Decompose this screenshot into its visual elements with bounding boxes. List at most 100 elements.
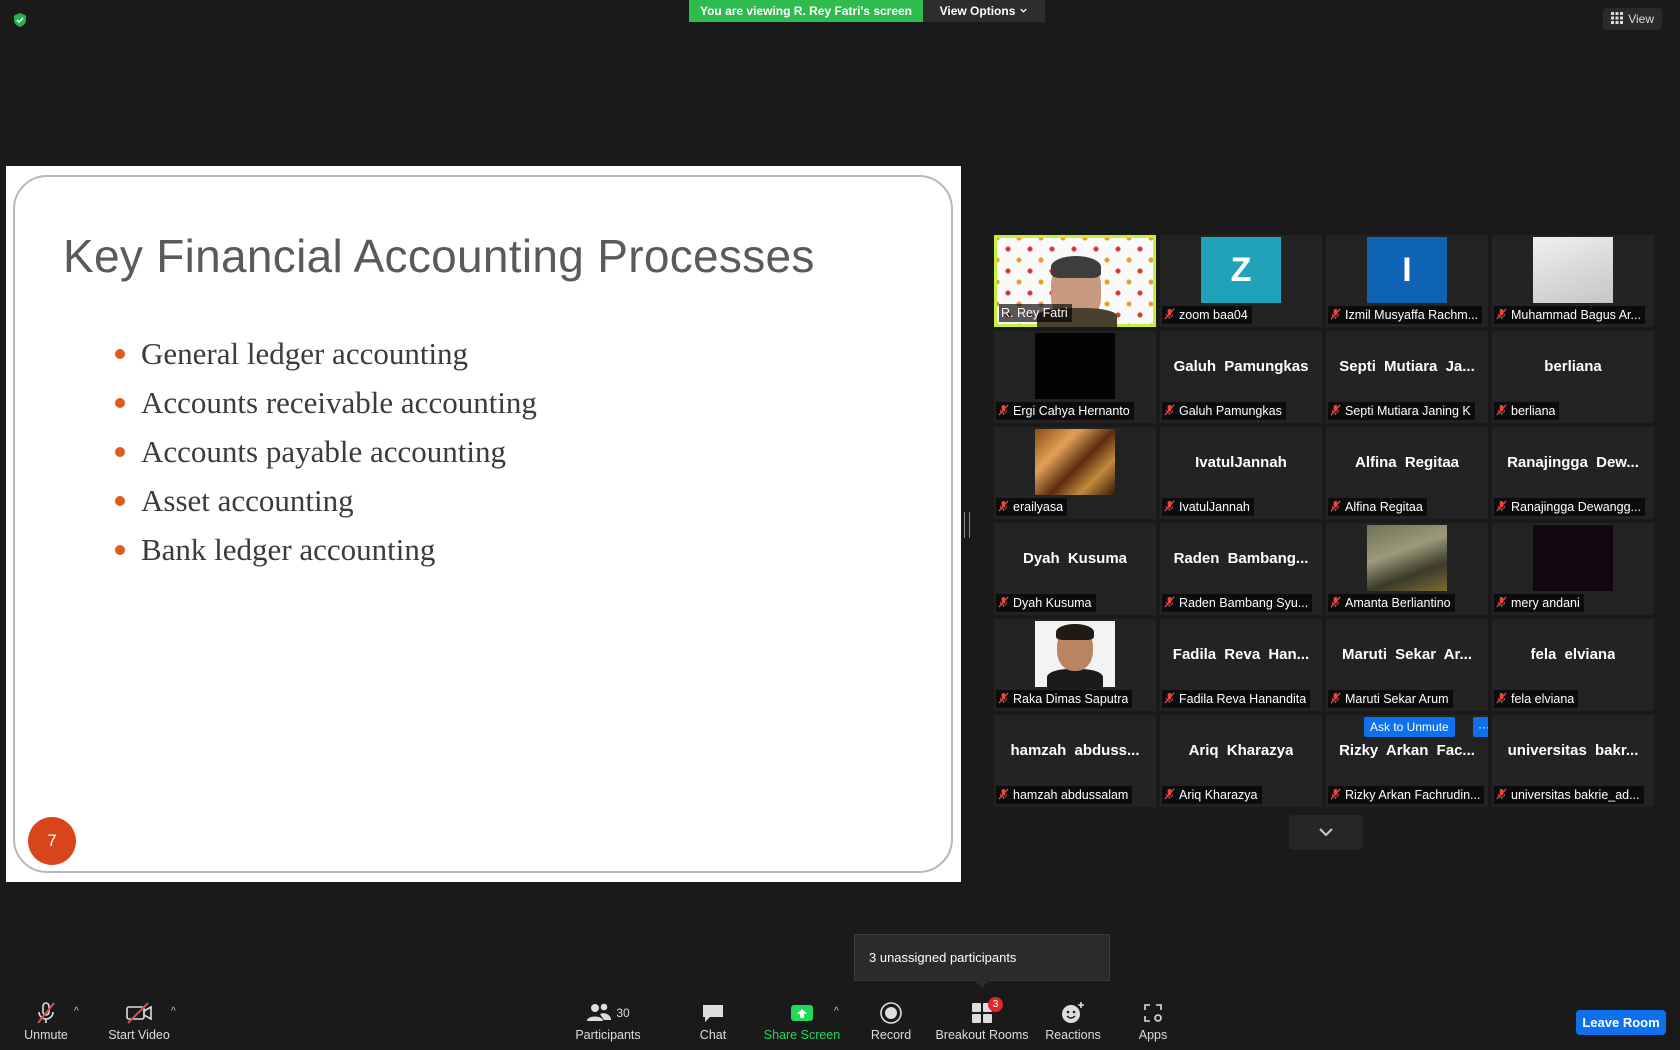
- participant-name: erailyasa: [1013, 500, 1064, 514]
- participant-tile[interactable]: berliana berliana: [1492, 331, 1654, 423]
- apps-label: Apps: [1138, 1028, 1168, 1042]
- participant-tile[interactable]: fela elviana fela elviana: [1492, 619, 1654, 711]
- participant-tile[interactable]: Maruti Sekar Ar... Maruti Sekar Arum: [1326, 619, 1488, 711]
- participant-tile-active-speaker[interactable]: R. Rey Fatri: [994, 235, 1156, 327]
- mic-muted-icon: [1330, 404, 1341, 419]
- participant-tile[interactable]: Ergi Cahya Hernanto: [994, 331, 1156, 423]
- participant-name-label: berliana: [1494, 402, 1560, 420]
- participant-display-name: hamzah abduss...: [1010, 741, 1140, 759]
- participant-tile[interactable]: Alfina Regitaa Alfina Regitaa: [1326, 427, 1488, 519]
- participant-tile[interactable]: hamzah abduss... hamzah abdussalam: [994, 715, 1156, 807]
- participant-name-label: Alfina Regitaa: [1328, 498, 1427, 516]
- participant-tile[interactable]: Muhammad Bagus Ar...: [1492, 235, 1654, 327]
- participant-name: Ariq Kharazya: [1179, 788, 1258, 802]
- participant-tile[interactable]: Dyah Kusuma Dyah Kusuma: [994, 523, 1156, 615]
- record-icon: [879, 1000, 903, 1026]
- view-options-button[interactable]: View Options: [923, 0, 1045, 22]
- participant-display-name: Ariq Kharazya: [1188, 741, 1294, 759]
- reactions-button[interactable]: Reactions: [1045, 1000, 1101, 1046]
- participant-tile[interactable]: universitas bakr... universitas bakrie_a…: [1492, 715, 1654, 807]
- share-options-caret-icon[interactable]: ^: [834, 1006, 839, 1017]
- record-button[interactable]: Record: [871, 1000, 911, 1046]
- audio-options-caret-icon[interactable]: ^: [74, 1006, 79, 1017]
- avatar-area: Alfina Regitaa: [1326, 427, 1488, 497]
- share-screen-label: Share Screen: [763, 1028, 841, 1042]
- participant-name-label: mery andani: [1494, 594, 1584, 612]
- avatar-area: [994, 619, 1156, 689]
- participant-name: Raka Dimas Saputra: [1013, 692, 1129, 706]
- viewing-screen-banner: You are viewing R. Rey Fatri's screen: [689, 0, 923, 22]
- chevron-down-icon: [1019, 4, 1028, 18]
- participant-tile[interactable]: I Izmil Musyaffa Rachm...: [1326, 235, 1488, 327]
- avatar-area: Maruti Sekar Ar...: [1326, 619, 1488, 689]
- mic-muted-icon: [1496, 308, 1507, 323]
- chevron-down-icon: [1318, 824, 1334, 842]
- slide: Key Financial Accounting Processes Gener…: [13, 175, 953, 873]
- participant-display-name: universitas bakr...: [1507, 741, 1639, 759]
- participant-tile[interactable]: Z zoom baa04: [1160, 235, 1322, 327]
- participants-button[interactable]: 30 Participants: [575, 1000, 641, 1046]
- apps-button[interactable]: Apps: [1138, 1000, 1168, 1046]
- avatar-area: Fadila Reva Han...: [1160, 619, 1322, 689]
- mic-muted-icon: [1496, 788, 1507, 803]
- security-shield-icon[interactable]: [12, 12, 28, 28]
- participant-name-label: Ariq Kharazya: [1162, 786, 1262, 804]
- video-options-caret-icon[interactable]: ^: [171, 1006, 176, 1017]
- video-off-icon: [125, 1000, 153, 1026]
- bullet-dot-icon: [115, 348, 125, 359]
- shared-screen: Key Financial Accounting Processes Gener…: [6, 166, 961, 882]
- share-screen-button[interactable]: Share Screen: [764, 1000, 840, 1046]
- start-video-button[interactable]: Start Video: [106, 1000, 172, 1046]
- participant-tile[interactable]: Amanta Berliantino: [1326, 523, 1488, 615]
- reactions-icon: [1060, 1000, 1086, 1026]
- participant-tile[interactable]: Ariq Kharazya Ariq Kharazya: [1160, 715, 1322, 807]
- participant-name-label: IvatulJannah: [1162, 498, 1254, 516]
- participant-name: Alfina Regitaa: [1345, 500, 1423, 514]
- participant-display-name: Galuh Pamungkas: [1173, 357, 1309, 375]
- avatar-area: IvatulJannah: [1160, 427, 1322, 497]
- participant-tile[interactable]: Ranajingga Dew... Ranajingga Dewangg...: [1492, 427, 1654, 519]
- breakout-rooms-button[interactable]: 3 Breakout Rooms: [935, 997, 1029, 1046]
- slide-bullet: Bank ledger accounting: [115, 525, 537, 574]
- participant-tile[interactable]: Raden Bambang... Raden Bambang Syu...: [1160, 523, 1322, 615]
- participant-name-label: Izmil Musyaffa Rachm...: [1328, 306, 1483, 324]
- bullet-text: Accounts payable accounting: [141, 433, 506, 469]
- participant-name-label: Ergi Cahya Hernanto: [996, 402, 1134, 420]
- mic-muted-icon: [998, 404, 1009, 419]
- mic-muted-icon: [34, 1000, 58, 1026]
- participant-name-label: Raden Bambang Syu...: [1162, 594, 1313, 612]
- avatar: [1533, 237, 1613, 303]
- unmute-button[interactable]: Unmute: [20, 1000, 72, 1046]
- leave-room-button[interactable]: Leave Room: [1576, 1010, 1666, 1035]
- participant-name: Ergi Cahya Hernanto: [1013, 404, 1130, 418]
- participant-tile[interactable]: Galuh Pamungkas Galuh Pamungkas: [1160, 331, 1322, 423]
- record-label: Record: [870, 1028, 912, 1042]
- view-options-label: View Options: [939, 4, 1016, 18]
- participant-tile[interactable]: mery andani: [1492, 523, 1654, 615]
- participant-name-label: R. Rey Fatri: [999, 304, 1072, 322]
- avatar-area: I: [1326, 235, 1488, 305]
- slide-title: Key Financial Accounting Processes: [63, 230, 815, 282]
- mic-muted-icon: [1164, 404, 1175, 419]
- participant-name-label: fela elviana: [1494, 690, 1579, 708]
- view-layout-button[interactable]: View: [1603, 8, 1662, 30]
- participants-icon-wrap: 30: [586, 1000, 630, 1026]
- participant-name: zoom baa04: [1179, 308, 1248, 322]
- participant-tile[interactable]: IvatulJannah IvatulJannah: [1160, 427, 1322, 519]
- avatar-area: [1492, 523, 1654, 593]
- gallery-next-page-button[interactable]: [1289, 815, 1363, 850]
- avatar-area: [994, 427, 1156, 497]
- participant-tile[interactable]: Raka Dimas Saputra: [994, 619, 1156, 711]
- bullet-text: Bank ledger accounting: [141, 531, 436, 567]
- participant-tile[interactable]: erailyasa: [994, 427, 1156, 519]
- chat-button[interactable]: Chat: [696, 1000, 730, 1046]
- panel-resize-handle[interactable]: [964, 512, 970, 538]
- avatar-hair: [1056, 624, 1094, 640]
- avatar-area: berliana: [1492, 331, 1654, 401]
- unmute-label: Unmute: [24, 1028, 68, 1042]
- avatar-area: Raden Bambang...: [1160, 523, 1322, 593]
- participant-tile[interactable]: Fadila Reva Han... Fadila Reva Hanandita: [1160, 619, 1322, 711]
- avatar-area: [994, 331, 1156, 401]
- participant-tile[interactable]: Ask to Unmute ··· Rizky Arkan Fac... Riz…: [1326, 715, 1488, 807]
- participant-tile[interactable]: Septi Mutiara Ja... Septi Mutiara Janing…: [1326, 331, 1488, 423]
